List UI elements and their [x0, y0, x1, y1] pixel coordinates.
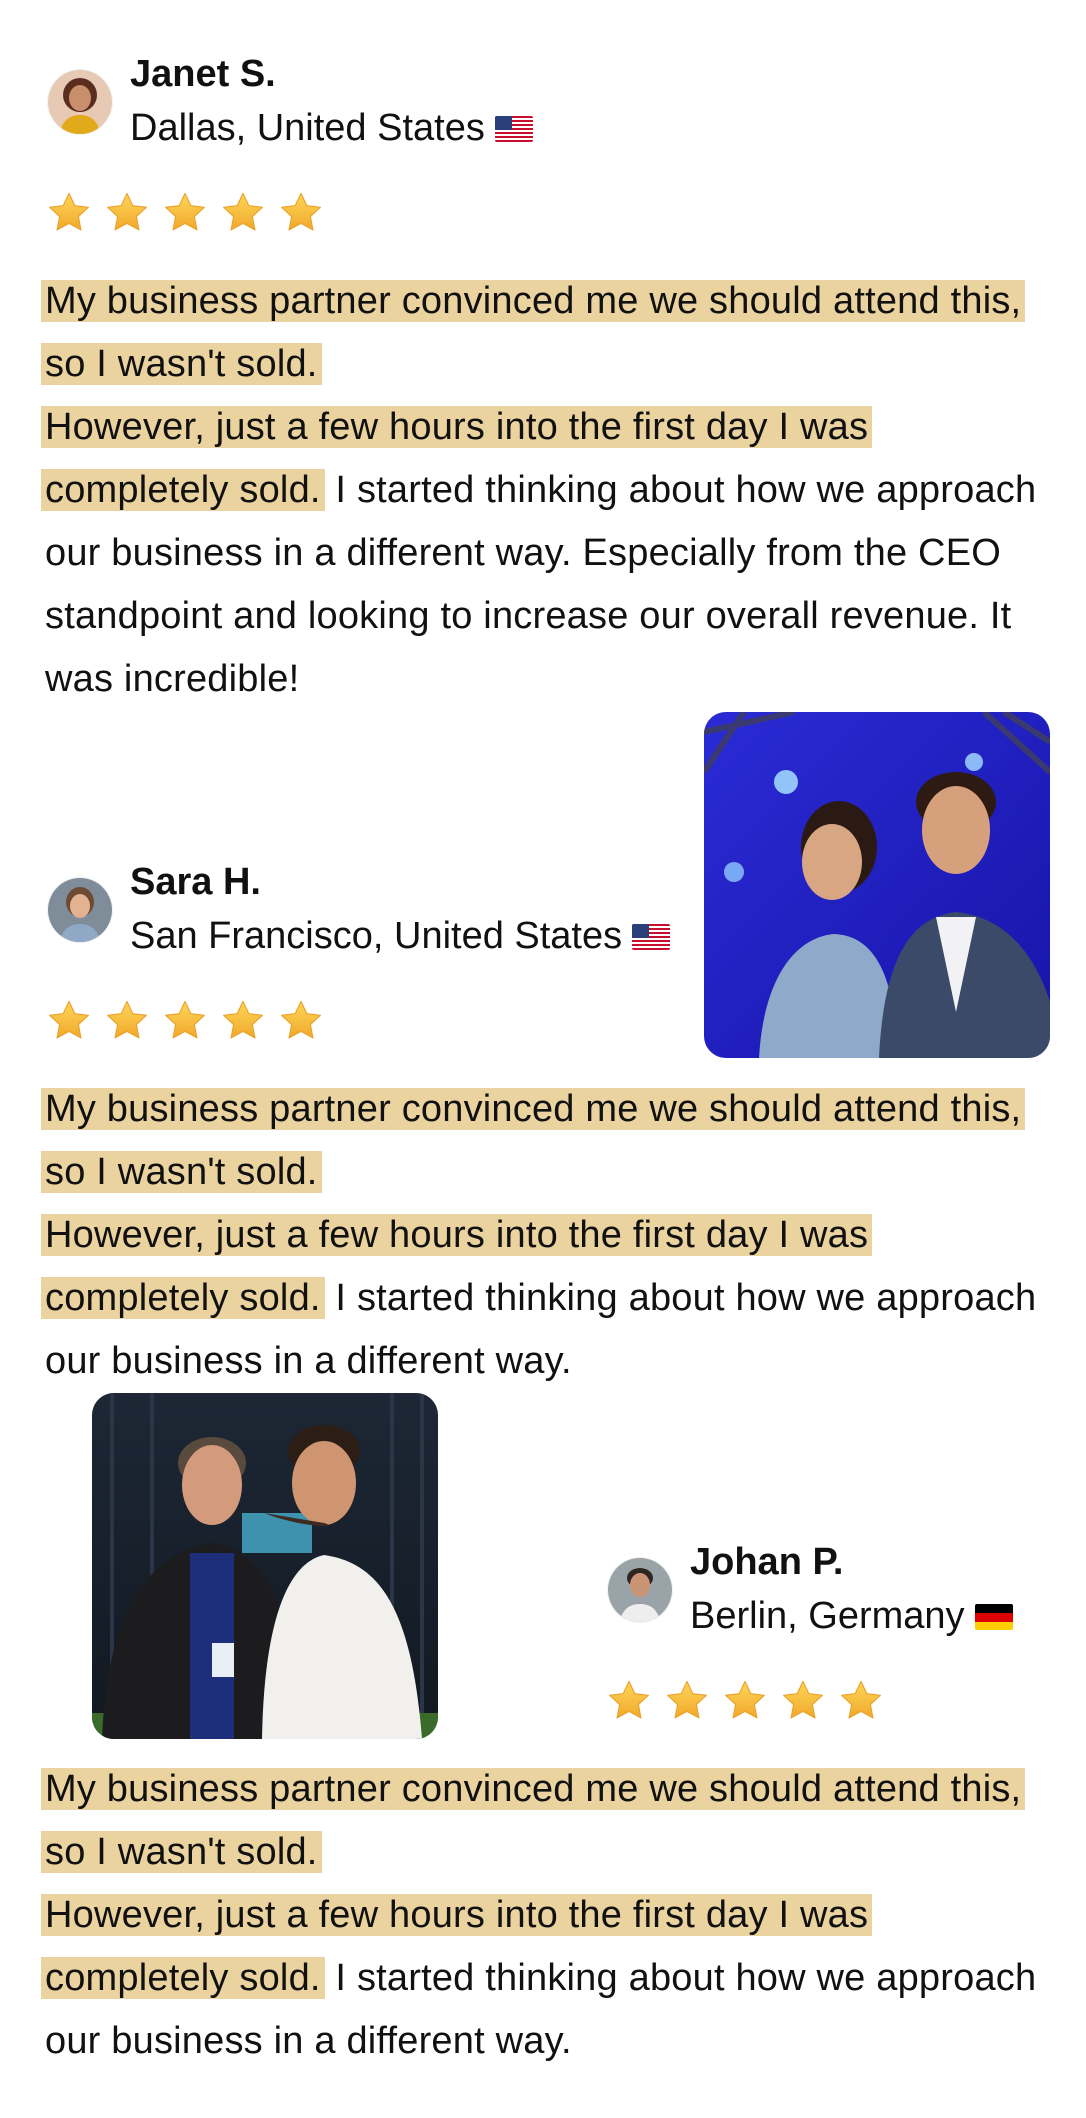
- de-flag-icon: [974, 1604, 1013, 1630]
- highlighted-text: My business partner convinced me we shou…: [41, 1768, 1026, 1873]
- star-icon: [162, 998, 208, 1044]
- us-flag-icon: [494, 116, 533, 142]
- reviewer-name: Sara H.: [130, 861, 261, 903]
- star-rating: [606, 1678, 884, 1724]
- star-icon: [780, 1678, 826, 1724]
- avatar: [48, 70, 112, 134]
- review-text: My business partner convinced me we shou…: [41, 1078, 1055, 1393]
- avatar: [48, 878, 112, 942]
- highlighted-text: My business partner convinced me we shou…: [41, 280, 1026, 385]
- star-icon: [46, 998, 92, 1044]
- review-text: My business partner convinced me we shou…: [41, 1758, 1055, 2073]
- reviewer-header: Johan P. Berlin, Germany: [608, 1536, 1013, 1644]
- reviewer-name: Johan P.: [690, 1541, 844, 1583]
- star-icon: [220, 998, 266, 1044]
- star-icon: [104, 998, 150, 1044]
- reviewer-location: San Francisco, United States: [130, 915, 623, 957]
- event-photo: [92, 1393, 438, 1739]
- highlighted-text: My business partner convinced me we shou…: [41, 1088, 1026, 1193]
- star-icon: [46, 190, 92, 236]
- us-flag-icon: [632, 924, 671, 950]
- reviewer-location: Dallas, United States: [130, 107, 485, 149]
- star-icon: [838, 1678, 884, 1724]
- star-icon: [220, 190, 266, 236]
- star-rating: [46, 190, 324, 236]
- reviewer-name: Janet S.: [130, 53, 276, 95]
- star-icon: [104, 190, 150, 236]
- star-icon: [722, 1678, 768, 1724]
- review-text: My business partner convinced me we shou…: [41, 270, 1055, 711]
- star-icon: [606, 1678, 652, 1724]
- event-photo: [704, 712, 1050, 1058]
- star-icon: [664, 1678, 710, 1724]
- star-icon: [278, 190, 324, 236]
- star-icon: [278, 998, 324, 1044]
- reviewer-header: Sara H. San Francisco, United States: [48, 856, 671, 964]
- star-rating: [46, 998, 324, 1044]
- star-icon: [162, 190, 208, 236]
- reviewer-header: Janet S. Dallas, United States: [48, 48, 533, 156]
- reviewer-location: Berlin, Germany: [690, 1595, 965, 1637]
- avatar: [608, 1558, 672, 1622]
